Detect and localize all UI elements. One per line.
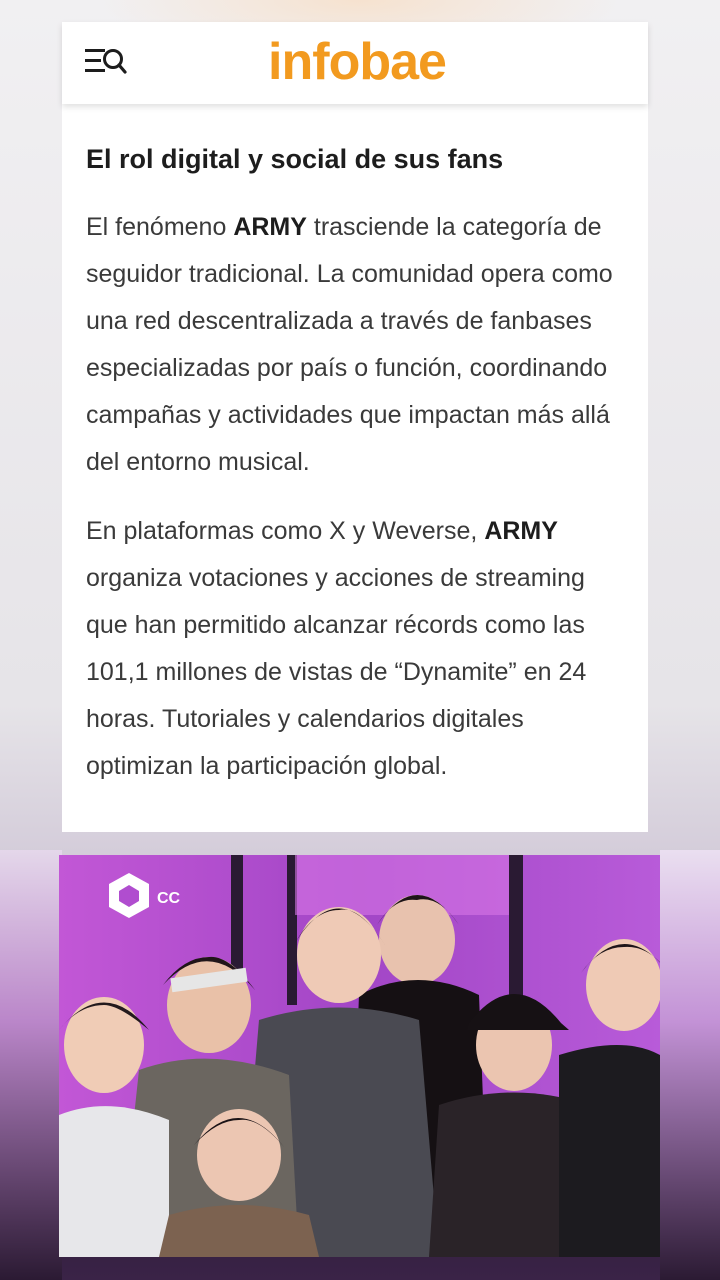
army-bold-2: ARMY	[484, 517, 558, 545]
article-body: El rol digital y social de sus fans El f…	[86, 140, 626, 790]
svg-text:CC: CC	[157, 890, 181, 907]
army-bold-1: ARMY	[233, 213, 307, 241]
section-heading: El rol digital y social de sus fans	[86, 144, 504, 174]
menu-search-icon[interactable]	[84, 46, 128, 80]
background-blur-left	[0, 850, 62, 1280]
infobae-logo[interactable]: infobae	[252, 32, 462, 92]
paragraph-2: En plataformas como X y Weverse, ARMY or…	[86, 517, 587, 780]
site-header: infobae	[62, 22, 648, 104]
article-card: infobae El rol digital y social de sus f…	[62, 22, 648, 832]
paragraph-1: El fenómeno ARMY trasciende la categoría…	[86, 213, 613, 476]
article-photo[interactable]: CC	[59, 855, 660, 1257]
background-blur-right	[660, 850, 720, 1280]
